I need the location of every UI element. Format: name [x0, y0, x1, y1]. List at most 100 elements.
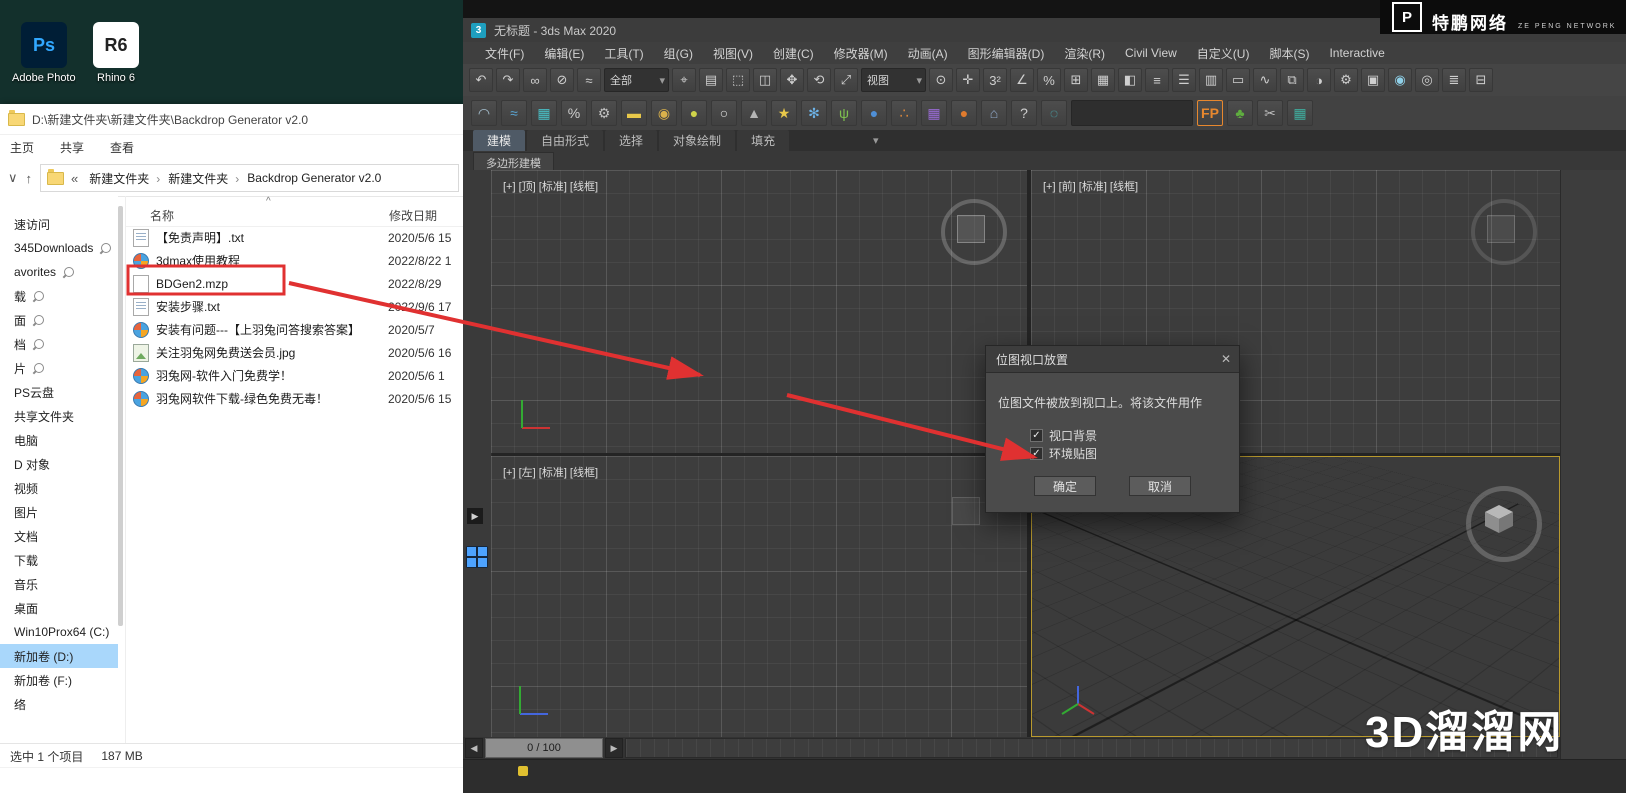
dashed-circle-icon[interactable]: ◌	[1041, 100, 1067, 126]
time-slider[interactable]: 0 / 100	[485, 738, 603, 758]
sidebar-item[interactable]: 档	[0, 332, 118, 356]
rendered-frame-window-icon[interactable]: ▣	[1361, 68, 1385, 92]
sidebar-item[interactable]: PS云盘	[0, 380, 118, 404]
rectangular-selection-region-icon[interactable]: ⬚	[726, 68, 750, 92]
water-icon[interactable]: ≈	[501, 100, 527, 126]
snowflake-icon[interactable]: ✻	[801, 100, 827, 126]
max-menu-item[interactable]: Civil View	[1115, 46, 1187, 60]
viewport-top[interactable]: [+] [顶] [标准] [线框]	[491, 170, 1027, 453]
max-menu-item[interactable]: 自定义(U)	[1187, 45, 1260, 62]
toggle-ribbon-icon[interactable]: ▭	[1226, 68, 1250, 92]
ribbon-tab[interactable]: 对象绘制	[659, 130, 736, 151]
viewcube-face[interactable]	[957, 215, 985, 243]
sidebar-item[interactable]: 桌面	[0, 596, 118, 620]
close-icon[interactable]: ✕	[1213, 352, 1239, 366]
ok-button[interactable]: 确定	[1034, 476, 1096, 496]
align-icon[interactable]: ≡	[1145, 68, 1169, 92]
sidebar-item[interactable]: 电脑	[0, 428, 118, 452]
select-and-link-icon[interactable]: ∞	[523, 68, 547, 92]
color-dots-icon[interactable]: ∴	[891, 100, 917, 126]
geosphere-primitive-icon[interactable]: ○	[711, 100, 737, 126]
desktop-icon-photoshop[interactable]: Ps Adobe Photosh	[12, 22, 76, 84]
sidebar-item[interactable]: 图片	[0, 500, 118, 524]
ribbon-tab[interactable]: 自由形式	[527, 130, 604, 151]
max-menu-item[interactable]: 图形编辑器(D)	[958, 45, 1055, 62]
viewport-label-top[interactable]: [+] [顶] [标准] [线框]	[503, 178, 598, 194]
schematic-view-icon[interactable]: ⧉	[1280, 68, 1304, 92]
sidebar-item[interactable]: 345Downloads	[0, 236, 118, 260]
max-menu-item[interactable]: 组(G)	[654, 45, 703, 62]
viewport-label-front[interactable]: [+] [前] [标准] [线框]	[1043, 178, 1138, 194]
angle-snap-icon[interactable]: ∠	[1010, 68, 1034, 92]
breadcrumb-item[interactable]: 新建文件夹	[85, 170, 164, 187]
ribbon-tab[interactable]: 建模	[473, 130, 526, 151]
star-shape-icon[interactable]: ★	[771, 100, 797, 126]
file-row[interactable]: 羽兔网软件下载-绿色免费无毒！ 2020/5/6 15	[126, 387, 463, 410]
sidebar-item[interactable]: 面	[0, 308, 118, 332]
edit-named-selection-sets-icon[interactable]: ▦	[1091, 68, 1115, 92]
checkbox-row[interactable]: 环境贴图	[1030, 444, 1097, 462]
spinner-snap-icon[interactable]: ⊞	[1064, 68, 1088, 92]
max-menu-item[interactable]: 视图(V)	[703, 45, 763, 62]
material-editor-icon[interactable]: ◑	[1307, 68, 1331, 92]
measure-icon[interactable]: %	[561, 100, 587, 126]
breadcrumb-item[interactable]: Backdrop Generator v2.0	[243, 171, 385, 185]
ribbon-overflow-icon[interactable]: ▾	[867, 132, 885, 149]
gears-icon[interactable]: ⚙	[591, 100, 617, 126]
render-setup-icon[interactable]: ⚙	[1334, 68, 1358, 92]
plane-primitive-icon[interactable]: ▬	[621, 100, 647, 126]
ribbon-tab[interactable]: 填充	[737, 130, 790, 151]
viewport-label-left[interactable]: [+] [左] [标准] [线框]	[503, 464, 598, 480]
max-menu-item[interactable]: 动画(A)	[898, 45, 958, 62]
help-icon[interactable]: ?	[1011, 100, 1037, 126]
max-menu-item[interactable]: 编辑(E)	[534, 45, 594, 62]
dialog-titlebar[interactable]: 位图视口放置 ✕	[986, 346, 1239, 373]
max-menu-item[interactable]: 创建(C)	[763, 45, 824, 62]
viewport-layout-tabs-icon[interactable]	[466, 546, 488, 568]
reference-coordinate-system-dropdown[interactable]: 视图	[861, 68, 926, 92]
orange-ball-icon[interactable]: ●	[951, 100, 977, 126]
fp-badge[interactable]: FP	[1197, 100, 1223, 126]
select-and-scale-icon[interactable]: ⤢	[834, 68, 858, 92]
sidebar-item[interactable]: 新加卷 (F:)	[0, 668, 118, 692]
undo-icon[interactable]: ↶	[469, 68, 493, 92]
mirror-icon[interactable]: ◧	[1118, 68, 1142, 92]
chevron-down-icon[interactable]: ∨	[8, 170, 18, 186]
unlink-selection-icon[interactable]: ⊘	[550, 68, 574, 92]
redo-icon[interactable]: ↷	[496, 68, 520, 92]
ribbon-tab[interactable]: 选择	[605, 130, 658, 151]
selection-filter-dropdown[interactable]: 全部	[604, 68, 669, 92]
address-bar[interactable]: « 新建文件夹新建文件夹Backdrop Generator v2.0	[40, 164, 459, 192]
sidebar-item[interactable]: 速访问	[0, 212, 118, 236]
toggle-layer-explorer-icon[interactable]: ▥	[1199, 68, 1223, 92]
file-row[interactable]: BDGen2.mzp 2022/8/29	[126, 272, 463, 295]
viewport-display-icon[interactable]: ▦	[531, 100, 557, 126]
next-frame-icon[interactable]: ▶	[605, 738, 623, 758]
select-and-manipulate-icon[interactable]: ✛	[956, 68, 980, 92]
sphere-primitive-icon[interactable]: ●	[681, 100, 707, 126]
max-menu-item[interactable]: 脚本(S)	[1259, 45, 1319, 62]
building-icon[interactable]: ⌂	[981, 100, 1007, 126]
cone-primitive-icon[interactable]: ▲	[741, 100, 767, 126]
soft-selection-icon[interactable]: ◠	[471, 100, 497, 126]
column-header-name[interactable]: 名称	[150, 207, 174, 224]
max-menu-item[interactable]: 修改器(M)	[824, 45, 898, 62]
checkbox-row[interactable]: 视口背景	[1030, 426, 1097, 444]
checkbox-icon[interactable]	[1030, 428, 1043, 442]
viewcube-face[interactable]	[1487, 215, 1515, 243]
viewcube-face[interactable]	[952, 497, 980, 525]
sidebar-item[interactable]: 新加卷 (D:)	[0, 644, 118, 668]
sidebar-item[interactable]: 络	[0, 692, 118, 716]
desktop-icon-rhino[interactable]: R6 Rhino 6	[84, 22, 148, 84]
sidebar-item[interactable]: 下载	[0, 548, 118, 572]
max-menu-item[interactable]: Interactive	[1319, 46, 1394, 60]
viewport-left[interactable]: [+] [左] [标准] [线框]	[491, 456, 1027, 737]
explorer-menu-item[interactable]: 查看	[110, 139, 134, 156]
file-row[interactable]: 安装有问题---【上羽兔问答搜索答案】 2020/5/7	[126, 318, 463, 341]
column-header-date[interactable]: 修改日期	[389, 207, 437, 224]
select-and-move-icon[interactable]: ✥	[780, 68, 804, 92]
max-menu-item[interactable]: 渲染(R)	[1054, 45, 1115, 62]
grid-panels-icon[interactable]: ⊟	[1469, 68, 1493, 92]
sidebar-item[interactable]: avorites	[0, 260, 118, 284]
sidebar-item[interactable]: 文档	[0, 524, 118, 548]
